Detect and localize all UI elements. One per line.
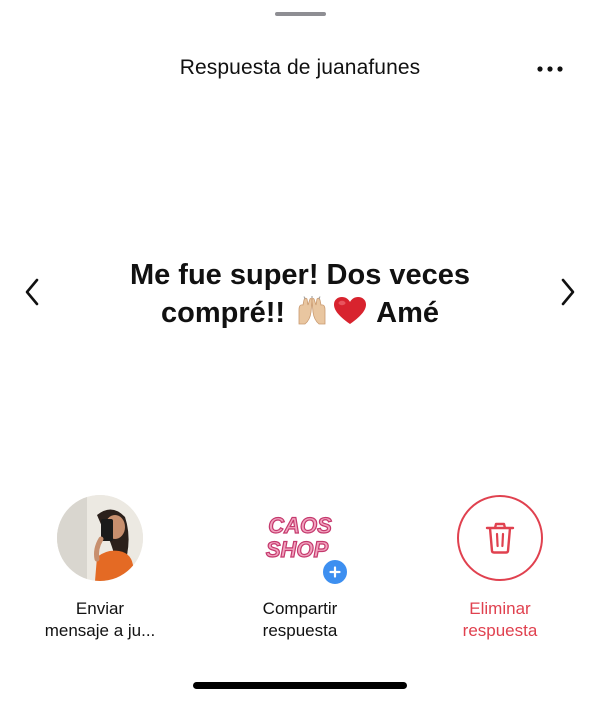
- chevron-left-icon: [25, 278, 39, 306]
- add-badge: [321, 558, 349, 586]
- delete-response-action[interactable]: Eliminar respuesta: [415, 495, 585, 642]
- chevron-right-icon: [561, 278, 575, 306]
- share-response-label-line2: respuesta: [262, 621, 338, 640]
- avatar[interactable]: [57, 495, 143, 581]
- delete-button[interactable]: [457, 495, 543, 581]
- home-indicator[interactable]: [193, 682, 407, 689]
- delete-response-label-line1: Eliminar: [469, 599, 531, 618]
- logo-text-shop: SHOP: [266, 537, 329, 562]
- caos-shop-logo[interactable]: CAOS SHOP: [257, 495, 349, 586]
- more-options-button[interactable]: [530, 54, 570, 84]
- sheet-grabber[interactable]: [275, 12, 326, 16]
- delete-response-label: Eliminar respuesta: [463, 598, 538, 642]
- previous-response-button[interactable]: [14, 272, 50, 312]
- delete-response-label-line2: respuesta: [462, 621, 538, 640]
- plus-icon: [329, 566, 341, 578]
- share-response-label: Compartir respuesta: [263, 598, 338, 642]
- share-response-action[interactable]: CAOS SHOP Compartir respuesta: [215, 495, 385, 642]
- response-text-line2-end: Amé: [376, 297, 439, 329]
- response-text-line2-start: compré!!: [161, 297, 286, 329]
- response-message: Me fue super! Dos veces compré!! Amé: [80, 256, 520, 336]
- page-title: Respuesta de juanafunes: [179, 56, 421, 79]
- share-response-label-line1: Compartir: [262, 599, 338, 618]
- avatar-photo: [57, 495, 143, 581]
- red-heart-emoji: [333, 296, 367, 336]
- send-message-label: Enviar mensaje a ju...: [45, 598, 156, 642]
- more-horizontal-icon: [537, 66, 563, 72]
- send-message-label-line2: mensaje a ju...: [44, 621, 156, 640]
- response-sheet: Respuesta de juanafunes Me fue super! Do…: [0, 0, 600, 702]
- raising-hands-emoji: [295, 296, 329, 336]
- logo-text-caos: CAOS: [268, 513, 332, 538]
- response-text-line1: Me fue super! Dos veces: [129, 259, 471, 291]
- send-message-label-line1: Enviar: [75, 599, 125, 618]
- send-message-action[interactable]: Enviar mensaje a ju...: [15, 495, 185, 642]
- next-response-button[interactable]: [550, 272, 586, 312]
- trash-icon: [485, 522, 515, 554]
